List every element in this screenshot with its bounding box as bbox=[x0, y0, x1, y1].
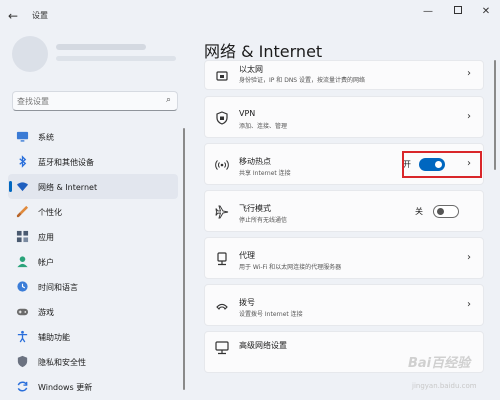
card-title: 移动热点 bbox=[239, 157, 271, 166]
sidebar-item-label: Windows 更新 bbox=[38, 383, 93, 392]
highlight-annotation bbox=[402, 151, 482, 178]
page-title: 网络 & Internet bbox=[204, 42, 323, 61]
airplane-toggle[interactable] bbox=[433, 205, 459, 218]
card-title: 拨号 bbox=[239, 298, 255, 307]
card-ethernet[interactable]: 以太网 身份验证，IP 和 DNS 设置，按流量计费的网络 › bbox=[204, 60, 484, 90]
sidebar-item-apps[interactable]: 应用 bbox=[8, 224, 178, 249]
minimize-button[interactable]: — bbox=[416, 4, 440, 20]
watermark-brand: Bai百经验 bbox=[408, 356, 471, 371]
sidebar-item-label: 蓝牙和其他设备 bbox=[38, 158, 94, 167]
card-description: 设置拨号 Internet 连接 bbox=[239, 311, 303, 318]
gamepad-icon bbox=[16, 308, 29, 316]
close-button[interactable]: ✕ bbox=[474, 4, 498, 20]
sidebar-item-windows-update[interactable]: Windows 更新 bbox=[8, 374, 178, 399]
chevron-right-icon: › bbox=[467, 299, 471, 310]
card-description: 身份验证，IP 和 DNS 设置，按流量计费的网络 bbox=[239, 77, 366, 84]
sidebar-item-privacy[interactable]: 隐私和安全性 bbox=[8, 349, 178, 374]
active-indicator bbox=[9, 181, 12, 192]
bluetooth-icon bbox=[19, 155, 27, 168]
sync-icon bbox=[17, 381, 28, 392]
sidebar-item-label: 隐私和安全性 bbox=[38, 358, 86, 367]
sidebar-item-label: 系统 bbox=[38, 133, 54, 142]
sidebar-item-label: 应用 bbox=[38, 233, 54, 242]
card-description: 停止所有无线通信 bbox=[239, 217, 288, 224]
person-icon bbox=[17, 256, 28, 268]
maximize-icon bbox=[454, 6, 462, 14]
sidebar-nav: 系统 蓝牙和其他设备 网络 & Internet 个性化 应用 帐户 时间和语言 bbox=[8, 124, 178, 399]
card-title: VPN bbox=[239, 109, 256, 118]
user-email-placeholder bbox=[56, 56, 176, 61]
card-description: 用于 Wi-Fi 和以太网连接的代理服务器 bbox=[239, 264, 342, 271]
watermark-url: jingyan.baidu.com bbox=[412, 382, 477, 390]
sidebar-item-personalization[interactable]: 个性化 bbox=[8, 199, 178, 224]
accessibility-icon bbox=[17, 330, 28, 343]
app-title: 设置 bbox=[32, 11, 48, 20]
sidebar-item-accounts[interactable]: 帐户 bbox=[8, 249, 178, 274]
card-proxy[interactable]: 代理 用于 Wi-Fi 和以太网连接的代理服务器 › bbox=[204, 237, 484, 279]
main-scrollbar[interactable] bbox=[494, 60, 496, 170]
sidebar-item-label: 时间和语言 bbox=[38, 283, 78, 292]
avatar bbox=[12, 36, 48, 72]
user-name-placeholder bbox=[56, 44, 146, 50]
settings-window: ← 设置 — ✕ ⌕ 系统 蓝牙和其他设备 网络 & Internet bbox=[0, 0, 500, 400]
sidebar-item-label: 网络 & Internet bbox=[38, 183, 98, 192]
proxy-icon bbox=[217, 252, 227, 266]
sidebar-item-label: 辅助功能 bbox=[38, 333, 70, 342]
vpn-shield-icon bbox=[216, 111, 228, 125]
toggle-state-label: 关 bbox=[415, 207, 423, 216]
sidebar-item-gaming[interactable]: 游戏 bbox=[8, 299, 178, 324]
toggle-knob bbox=[437, 208, 444, 215]
maximize-button[interactable] bbox=[446, 4, 470, 20]
card-dialup[interactable]: 拨号 设置拨号 Internet 连接 › bbox=[204, 284, 484, 326]
wifi-icon bbox=[16, 182, 29, 192]
sidebar-item-bluetooth[interactable]: 蓝牙和其他设备 bbox=[8, 149, 178, 174]
apps-icon bbox=[16, 230, 29, 243]
user-account-block[interactable] bbox=[12, 36, 182, 80]
chevron-right-icon: › bbox=[467, 68, 471, 79]
chevron-right-icon: › bbox=[467, 111, 471, 122]
hotspot-icon bbox=[215, 160, 229, 170]
search-icon[interactable]: ⌕ bbox=[166, 95, 171, 105]
sidebar-item-label: 帐户 bbox=[38, 258, 54, 267]
title-bar: ← 设置 — ✕ bbox=[0, 0, 500, 30]
card-title: 飞行模式 bbox=[239, 204, 271, 213]
sidebar-item-label: 游戏 bbox=[38, 308, 54, 317]
card-description: 共享 Internet 连接 bbox=[239, 170, 291, 177]
airplane-icon bbox=[215, 205, 229, 219]
card-vpn[interactable]: VPN 添加、连接、管理 › bbox=[204, 96, 484, 138]
sidebar-item-label: 个性化 bbox=[38, 208, 62, 217]
search-input[interactable] bbox=[17, 94, 157, 108]
card-description: 添加、连接、管理 bbox=[239, 123, 288, 130]
sidebar-item-network[interactable]: 网络 & Internet bbox=[8, 174, 178, 199]
airplane-toggle-group: 关 bbox=[415, 205, 459, 219]
sidebar-item-accessibility[interactable]: 辅助功能 bbox=[8, 324, 178, 349]
globe-clock-icon bbox=[17, 281, 28, 292]
sidebar-scrollbar[interactable] bbox=[183, 128, 185, 390]
back-arrow-icon[interactable]: ← bbox=[8, 9, 22, 23]
watermark: Bai百经验 jingyan.baidu.com bbox=[408, 352, 498, 398]
card-title: 高级网络设置 bbox=[239, 341, 287, 350]
search-box[interactable]: ⌕ bbox=[12, 91, 178, 111]
card-title: 代理 bbox=[239, 251, 255, 260]
network-pc-icon bbox=[215, 341, 229, 355]
shield-icon bbox=[17, 355, 28, 368]
brush-icon bbox=[16, 205, 29, 218]
chevron-right-icon: › bbox=[467, 252, 471, 263]
monitor-icon bbox=[16, 131, 29, 142]
card-title: 以太网 bbox=[239, 65, 263, 74]
ethernet-icon bbox=[216, 71, 228, 81]
dialup-icon bbox=[216, 303, 228, 310]
card-airplane-mode[interactable]: 飞行模式 停止所有无线通信 关 bbox=[204, 190, 484, 232]
sidebar-item-time-language[interactable]: 时间和语言 bbox=[8, 274, 178, 299]
sidebar-item-system[interactable]: 系统 bbox=[8, 124, 178, 149]
